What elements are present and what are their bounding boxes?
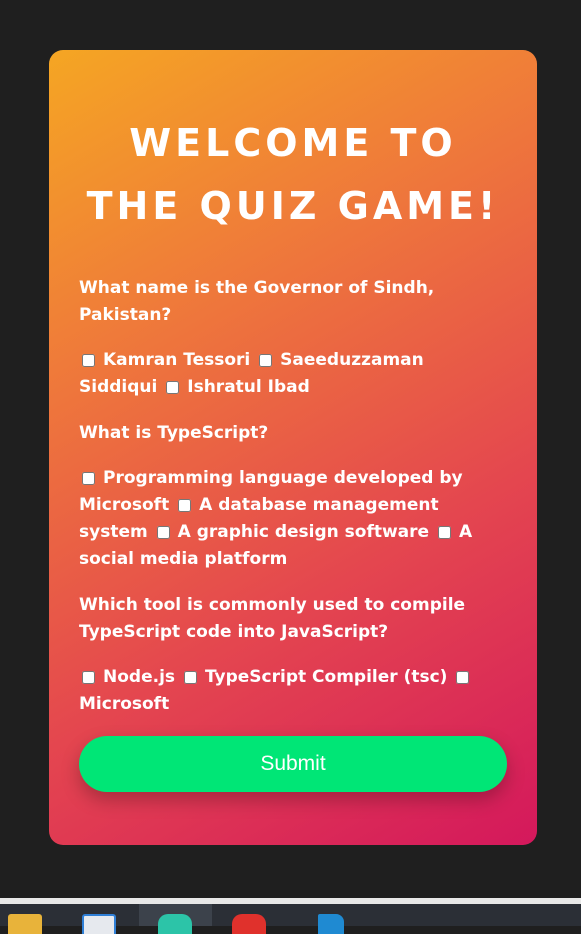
store-icon[interactable] [82,914,116,934]
file-explorer-icon[interactable] [8,914,42,934]
edge-browser-icon[interactable] [158,914,192,934]
option-checkbox[interactable] [156,526,170,539]
question-2-text: What is TypeScript? [79,423,269,443]
option-label: Kamran Tessori [103,350,251,370]
option-checkbox[interactable] [178,499,192,512]
option-checkbox[interactable] [82,354,95,367]
option-label: Microsoft [79,694,170,714]
option-label: Ishratul Ibad [187,377,310,397]
option-label: A graphic design software [177,522,430,542]
question-2-options: Programming language developed by Micros… [79,465,507,573]
question-1-text: What name is the Governor of Sindh, Paki… [79,278,435,325]
option-checkbox[interactable] [166,381,180,394]
option-label: TypeScript Compiler (tsc) [204,667,448,687]
vscode-icon[interactable] [318,914,344,934]
taskbar [0,898,581,934]
option-nodejs[interactable]: Node.js [79,667,175,687]
option-checkbox[interactable] [456,671,470,684]
option-graphic-design-software[interactable]: A graphic design software [154,522,429,542]
option-label: Node.js [103,667,176,687]
page-title: Welcome to the Quiz Game! [86,121,500,228]
option-checkbox[interactable] [259,354,273,367]
option-checkbox[interactable] [82,671,95,684]
option-checkbox[interactable] [183,671,197,684]
question-1-options: Kamran Tessori Saeeduzzaman Siddiqui Ish… [79,347,507,401]
chrome-browser-icon[interactable] [232,914,266,934]
option-typescript-compiler[interactable]: TypeScript Compiler (tsc) [181,667,448,687]
option-kamran-tessori[interactable]: Kamran Tessori [79,350,250,370]
question-3-text: Which tool is commonly used to compile T… [79,595,466,642]
option-checkbox[interactable] [438,526,451,539]
option-ishratul-ibad[interactable]: Ishratul Ibad [163,377,310,397]
quiz-card: Welcome to the Quiz Game! What name is t… [49,50,537,845]
option-checkbox[interactable] [82,472,95,485]
question-3-options: Node.js TypeScript Compiler (tsc) Micros… [79,664,507,718]
submit-button[interactable]: Submit [79,736,507,792]
